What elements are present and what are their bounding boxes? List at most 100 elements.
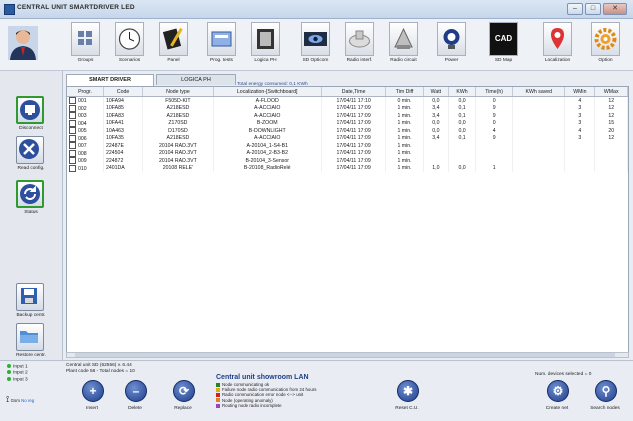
table-cell: A-FLOOD <box>213 96 322 105</box>
column-header[interactable]: KWh saved <box>512 87 566 97</box>
column-header[interactable]: Code <box>103 87 144 97</box>
table-cell: 0 <box>475 119 514 127</box>
radio-circuit-icon <box>389 22 418 56</box>
row-checkbox[interactable] <box>69 127 76 135</box>
column-header[interactable]: WMax <box>594 87 628 97</box>
column-header[interactable]: Node type <box>142 87 214 97</box>
left-panel-label: Read config. <box>17 166 45 171</box>
table-cell: 003 <box>67 112 105 120</box>
insert-button[interactable]: + Insert <box>72 380 112 418</box>
toolbar-panel-button[interactable]: Panel <box>156 22 191 66</box>
table-row[interactable]: 005 10A463 D170SD B-DOWNLIGHT 17/04/11 17:09… <box>67 127 628 135</box>
table-cell: 0 <box>475 96 514 105</box>
column-header[interactable]: Date,Time <box>321 87 387 97</box>
table-row[interactable]: 002 10FA85 A218ESD A-ACCIAIO 17/04/11 17:09 1… <box>67 104 628 112</box>
minus-icon: – <box>125 380 147 402</box>
scrollbar-thumb[interactable] <box>75 353 615 357</box>
table-cell: 3 <box>564 134 596 142</box>
toolbar-sd-opticom-button[interactable]: SD Opticom <box>298 22 333 66</box>
toolbar-groups-button[interactable]: Groups <box>68 22 103 66</box>
table-cell: A-ACCIAIO <box>213 134 322 142</box>
table-cell: 12 <box>594 96 628 105</box>
toolbar-option-button[interactable]: Option <box>588 22 623 66</box>
table-cell: 007 <box>67 142 105 150</box>
row-checkbox[interactable] <box>69 149 76 157</box>
table-cell: 3 <box>564 104 596 112</box>
table-row[interactable]: 010 2401DA 20108 RELE' B-20108_RadioRelé 17/… <box>67 164 628 172</box>
column-header[interactable]: Progr. <box>67 87 105 97</box>
toolbar-label: Option <box>598 58 613 63</box>
read-config-button[interactable]: Read config. <box>9 136 53 180</box>
reset-cu-button[interactable]: ✱ Reset C.U. <box>387 380 427 418</box>
maximize-button[interactable]: □ <box>585 3 601 15</box>
table-row[interactable]: 009 224872 20104 RAD.3VT B-20104_3-Sensor 17… <box>67 157 628 165</box>
table-row[interactable]: 001 10FA94 F505D-KIT A-FLOOD 17/04/11 17:10 0… <box>67 96 628 105</box>
row-checkbox[interactable] <box>69 142 76 150</box>
toolbar-scenarios-button[interactable]: Scenarios <box>112 22 147 66</box>
close-button[interactable]: ✕ <box>603 3 627 15</box>
table-cell: 17/04/11 17:09 <box>321 119 387 127</box>
table-cell: 3 <box>564 119 596 127</box>
toolbar-radio-circuit-button[interactable]: Radio circuit <box>386 22 421 66</box>
nodes-grid: Progr. Code Node type Localization-[Switchb… <box>66 86 629 358</box>
table-cell: A-20104_1-S4-B1 <box>213 142 322 150</box>
toolbar-power-button[interactable]: Power <box>434 22 469 66</box>
toolbar-prog-tests-button[interactable]: Prog. tests <box>204 22 239 66</box>
row-checkbox[interactable] <box>69 134 76 142</box>
row-checkbox[interactable] <box>69 97 76 105</box>
search-icon: ⚲ <box>595 380 617 402</box>
tab-logica-ph[interactable]: LOGICA PH <box>156 74 236 85</box>
table-cell <box>475 142 514 150</box>
table-cell: 0,0 <box>423 127 450 135</box>
left-panel-label: Status <box>24 210 38 215</box>
status-button[interactable]: Status <box>9 180 53 224</box>
table-cell: 4 <box>475 127 514 135</box>
column-header[interactable]: WMin <box>564 87 596 97</box>
toolbar-label: Localization <box>544 58 571 63</box>
table-row[interactable]: 008 224504 20104 RAD.3VT A-20104_2-B3-B2 17/… <box>67 149 628 157</box>
disconnect-button[interactable]: Disconnect <box>9 96 53 140</box>
table-cell <box>564 157 596 165</box>
column-header[interactable]: Localization-[Switchboard] <box>213 87 322 97</box>
toolbar-sd-map-button[interactable]: CAD SD Map <box>486 22 521 66</box>
table-cell: A-20104_2-B3-B2 <box>213 149 322 157</box>
window-controls: – □ ✕ <box>567 3 627 15</box>
table-cell: 17/04/11 17:09 <box>321 112 387 120</box>
row-checkbox[interactable] <box>69 119 76 127</box>
row-checkbox[interactable] <box>69 164 76 172</box>
table-cell <box>448 157 476 165</box>
table-cell: 0,1 <box>448 134 476 142</box>
table-row[interactable]: 003 10FA83 A218ESD A-ACCIAIO 17/04/11 17:09 1… <box>67 112 628 120</box>
replace-icon: ⟳ <box>173 380 195 402</box>
table-cell: 0,0 <box>448 164 476 172</box>
tab-smart-driver[interactable]: SMART DRIVER <box>66 74 154 86</box>
horizontal-scrollbar[interactable] <box>66 352 629 358</box>
search-nodes-button[interactable]: ⚲ Search nodes <box>585 380 625 418</box>
minimize-button[interactable]: – <box>567 3 583 15</box>
create-net-button[interactable]: ⚙ Create net <box>537 380 577 418</box>
table-cell: 001 <box>67 96 105 105</box>
table-cell: 1 min. <box>385 149 424 157</box>
row-checkbox[interactable] <box>69 104 76 112</box>
toolbar-localization-button[interactable]: Localization <box>540 22 575 66</box>
table-row[interactable]: 007 22487E 20104 RAD.3VT A-20104_1-S4-B1 17/… <box>67 142 628 150</box>
table-cell: 1 min. <box>385 164 424 172</box>
column-header[interactable]: KWh <box>448 87 476 97</box>
table-row[interactable]: 004 10FA41 Z170SD B-ZOOM 17/04/11 17:09 1 min… <box>67 119 628 127</box>
left-panel-label: Restore centr. <box>16 353 46 358</box>
row-checkbox[interactable] <box>69 112 76 120</box>
column-header[interactable]: Tim Diff <box>385 87 424 97</box>
backup-button[interactable]: Backup centr. <box>9 283 53 327</box>
table-cell: 006 <box>67 134 105 142</box>
toolbar-logica-ph-button[interactable]: Logica PH <box>248 22 283 66</box>
column-header[interactable]: Time(h) <box>475 87 514 97</box>
table-cell: 0,1 <box>448 112 476 120</box>
table-cell: A-ACCIAIO <box>213 112 322 120</box>
table-row[interactable]: 006 10FA35 A218ESD A-ACCIAIO 17/04/11 17:09 1… <box>67 134 628 142</box>
replace-button[interactable]: ⟳ Replace <box>163 380 203 418</box>
delete-button[interactable]: – Delete <box>115 380 155 418</box>
table-cell: A218ESD <box>142 112 214 120</box>
toolbar-radio-interface-button[interactable]: Radio interf. <box>342 22 377 66</box>
row-checkbox[interactable] <box>69 157 76 165</box>
column-header[interactable]: Watt <box>423 87 450 97</box>
